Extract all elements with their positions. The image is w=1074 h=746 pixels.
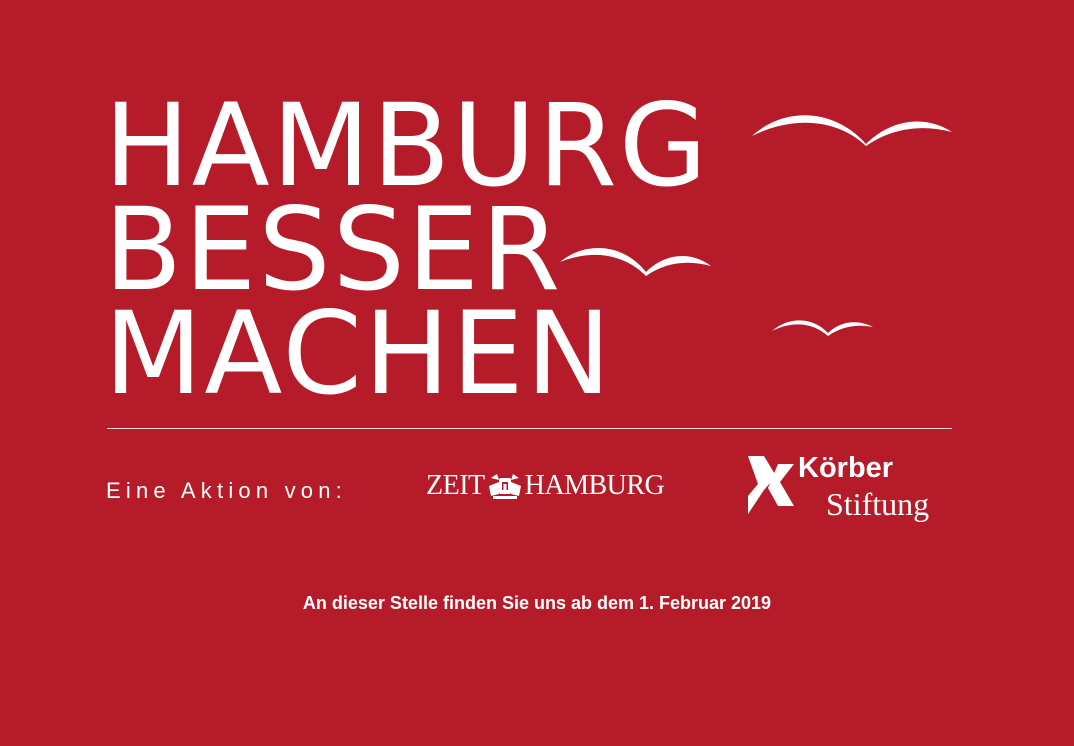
koerber-x-icon xyxy=(748,456,794,514)
availability-notice: An dieser Stelle finden Sie uns ab dem 1… xyxy=(302,593,772,613)
byline: Eine Aktion von: xyxy=(106,478,347,503)
koerber-stiftung-logo: Körber Stiftung xyxy=(748,452,958,528)
zeit-hamburg-logo: ZEIT HAMBURG xyxy=(426,470,665,502)
koerber-sub: Stiftung xyxy=(826,486,930,522)
campaign-banner: HAMBURG BESSER MACHEN Eine Aktion von: Z… xyxy=(0,0,1074,746)
seagull-icon xyxy=(752,115,952,146)
seagull-icon xyxy=(560,248,711,276)
headline-line-3: MACHEN xyxy=(104,287,613,420)
seagull-icon xyxy=(772,320,873,336)
zeit-logo-right: HAMBURG xyxy=(524,470,665,501)
koerber-name: Körber xyxy=(798,452,894,484)
coat-of-arms-icon xyxy=(488,474,521,499)
divider xyxy=(107,428,952,429)
zeit-logo-left: ZEIT xyxy=(426,470,485,501)
